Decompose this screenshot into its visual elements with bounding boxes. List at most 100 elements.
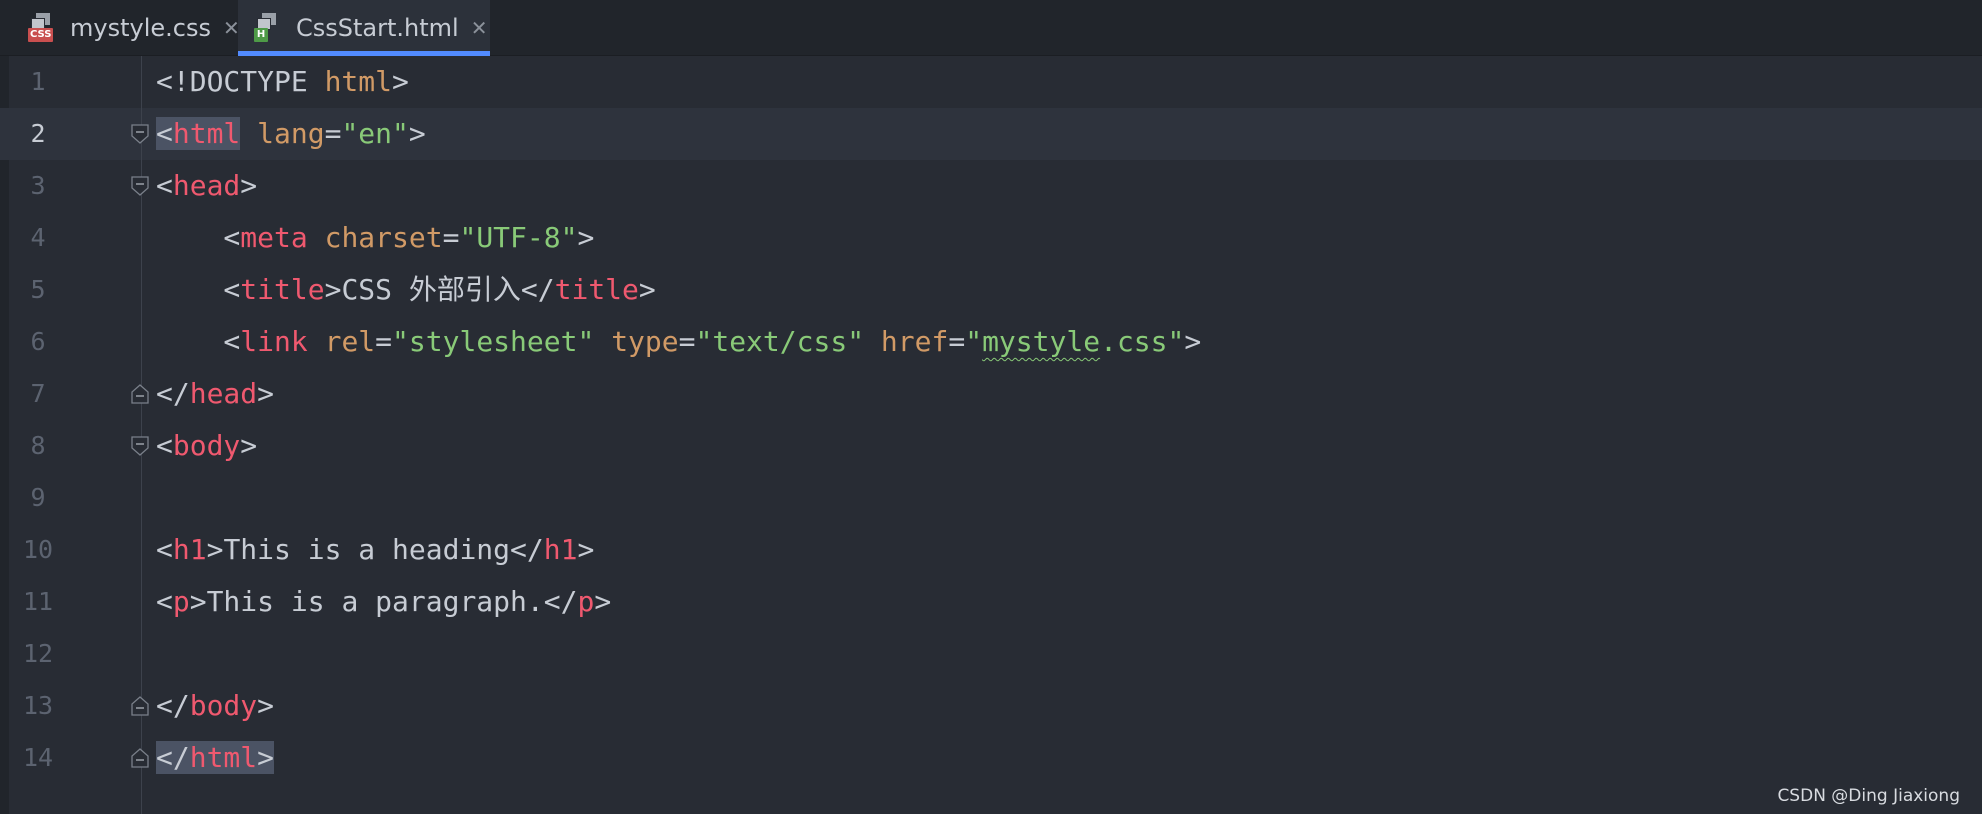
code-text: </html>	[156, 732, 275, 784]
code-text: <p>This is a paragraph.</p>	[156, 576, 611, 628]
code-token: >	[206, 533, 224, 566]
code-line[interactable]: 10 <h1>This is a heading</h1>	[0, 524, 1982, 576]
line-number: 2	[30, 119, 46, 148]
code-token: CSS 外部引入	[341, 273, 521, 306]
code-token: <	[156, 585, 173, 618]
code-token: title	[554, 273, 639, 306]
code-line[interactable]: 11 <p>This is a paragraph.</p>	[0, 576, 1982, 628]
code-text: <link rel="stylesheet" type="text/css" h…	[156, 316, 1201, 368]
code-text: <head>	[156, 160, 257, 212]
code-token: lang	[257, 117, 325, 150]
code-token: <	[156, 325, 241, 358]
code-line[interactable]: 8 <body>	[0, 420, 1982, 472]
line-number: 12	[22, 639, 54, 668]
code-token: =	[678, 325, 696, 358]
line-number: 3	[30, 171, 46, 200]
code-token: "en"	[341, 117, 409, 150]
fold-marker-icon[interactable]	[131, 124, 149, 144]
code-line[interactable]: 13 </body>	[0, 680, 1982, 732]
code-line[interactable]: 6 <link rel="stylesheet" type="text/css"…	[0, 316, 1982, 368]
code-token: link	[240, 325, 308, 358]
code-token: </	[156, 689, 190, 722]
code-token: rel	[324, 325, 376, 358]
code-token: =	[948, 325, 966, 358]
fold-marker-icon[interactable]	[131, 696, 149, 716]
line-number: 7	[30, 379, 46, 408]
code-text: <h1>This is a heading</h1>	[156, 524, 594, 576]
tab-label: CssStart.html	[296, 14, 459, 42]
line-number: 5	[30, 275, 46, 304]
code-line[interactable]: 9	[0, 472, 1982, 524]
fold-marker-icon[interactable]	[131, 436, 149, 456]
line-number: 13	[22, 691, 54, 720]
code-text: <meta charset="UTF-8">	[156, 212, 594, 264]
code-token: meta	[240, 221, 308, 254]
code-token: head	[189, 377, 258, 410]
code-line[interactable]: 5 <title>CSS 外部引入</title>	[0, 264, 1982, 316]
code-token: >	[392, 65, 409, 98]
code-token: body	[172, 429, 241, 462]
line-number: 10	[22, 535, 54, 564]
code-text: <!DOCTYPE html>	[156, 56, 409, 108]
tab-cssstart-html[interactable]: H CssStart.html ✕	[238, 0, 490, 56]
code-token: head	[172, 169, 241, 202]
code-token: "stylesheet"	[392, 325, 595, 358]
close-icon[interactable]: ✕	[471, 16, 488, 40]
fold-marker-icon[interactable]	[131, 384, 149, 404]
code-token: >	[577, 533, 595, 566]
line-number: 9	[30, 483, 46, 512]
code-token: href	[880, 325, 949, 358]
line-number: 14	[22, 743, 54, 772]
code-token: >	[240, 169, 258, 202]
code-token: This is a paragraph.	[206, 585, 544, 618]
code-line[interactable]: 2 <html lang="en">	[0, 108, 1982, 160]
code-token: >	[257, 377, 275, 410]
code-token: This is a heading	[223, 533, 511, 566]
line-number: 6	[30, 327, 46, 356]
html-file-icon: H	[254, 13, 284, 43]
code-token: =	[442, 221, 460, 254]
code-token: <	[156, 221, 241, 254]
code-text: </body>	[156, 680, 274, 732]
code-token: html	[172, 117, 241, 150]
code-token: h1	[543, 533, 578, 566]
code-token: </	[156, 741, 190, 774]
code-line[interactable]: 3 <head>	[0, 160, 1982, 212]
code-token: </	[543, 585, 578, 618]
code-token: >	[638, 273, 656, 306]
fold-marker-icon[interactable]	[131, 176, 149, 196]
code-token: mystyle	[982, 325, 1101, 358]
code-line[interactable]: 14 </html>	[0, 732, 1982, 784]
code-line[interactable]: 7 </head>	[0, 368, 1982, 420]
code-token: .css"	[1100, 325, 1185, 358]
code-token: type	[611, 325, 679, 358]
code-line[interactable]: 12	[0, 628, 1982, 680]
line-number: 4	[30, 223, 46, 252]
code-token: >	[577, 221, 595, 254]
code-token: >	[189, 585, 207, 618]
code-token: "text/css"	[695, 325, 865, 358]
code-editor[interactable]: 1 <!DOCTYPE html> 2 <html lang="en"> 3 <head>…	[0, 56, 1982, 814]
code-token: "	[965, 325, 983, 358]
code-token: html	[324, 65, 393, 98]
tab-mystyle-css[interactable]: CSS mystyle.css ✕	[10, 0, 240, 56]
code-token: </	[156, 377, 190, 410]
code-text: <body>	[156, 420, 257, 472]
code-token: <	[156, 273, 241, 306]
code-token: >	[594, 585, 612, 618]
code-line[interactable]: 1 <!DOCTYPE html>	[0, 56, 1982, 108]
line-number: 1	[30, 67, 46, 96]
fold-marker-icon[interactable]	[131, 748, 149, 768]
code-token: <!DOCTYPE	[156, 65, 325, 98]
code-token: html	[189, 741, 258, 774]
code-token: <	[156, 429, 173, 462]
code-text: </head>	[156, 368, 274, 420]
code-line[interactable]: 4 <meta charset="UTF-8">	[0, 212, 1982, 264]
watermark: CSDN @Ding Jiaxiong	[1777, 786, 1960, 806]
code-token: </	[510, 533, 544, 566]
